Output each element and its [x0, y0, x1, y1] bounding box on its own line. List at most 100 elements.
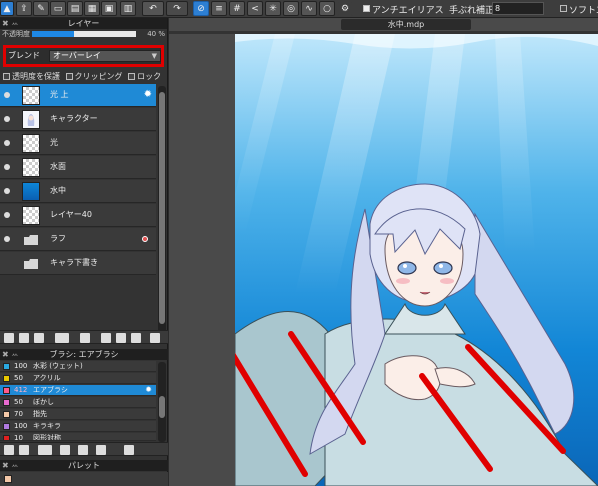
layer-thumbnail	[22, 110, 40, 129]
palette-panel-title: パレット	[68, 461, 100, 470]
artwork-canvas[interactable]	[235, 34, 598, 486]
visibility-icon[interactable]	[4, 164, 10, 170]
curve-snap-icon[interactable]: ∿	[301, 1, 317, 16]
top-toolbar: ▲ ⇪ ✎ ▭ ▤ ▦ ▣ ▥ ↶ ↷ ⊘ ≡ # < ✳ ◎ ∿ ○ ⚙ アン…	[0, 0, 598, 18]
duplicate-layer-icon[interactable]	[34, 333, 44, 343]
panel-pin-icon[interactable]: ✖ ꕀ	[2, 349, 19, 360]
brush-size: 412	[14, 386, 28, 394]
panel-pin-icon[interactable]: ✖ ꕀ	[2, 18, 19, 29]
layer-thumbnail	[22, 86, 40, 105]
brush-color-icon	[3, 363, 10, 370]
protect-alpha-checkbox[interactable]	[3, 73, 10, 80]
visibility-icon[interactable]	[4, 92, 10, 98]
panel-pin-icon[interactable]: ✖ ꕀ	[2, 460, 19, 471]
add-brush-menu-icon[interactable]	[38, 445, 52, 455]
layer-menu-icon[interactable]	[131, 333, 141, 343]
no-selection-icon[interactable]: ⊘	[193, 1, 209, 16]
brush-list-scrollbar[interactable]	[158, 362, 166, 442]
antialias-checkbox[interactable]	[363, 5, 370, 12]
film-button[interactable]: ▣	[101, 1, 117, 16]
visibility-icon[interactable]	[4, 188, 10, 194]
gear-icon[interactable]: ✹	[145, 385, 152, 394]
layer-name: キャラ下書き	[50, 258, 98, 267]
new-raster-layer-icon[interactable]	[19, 333, 29, 343]
brush-item[interactable]: 50 ぼかし	[0, 397, 156, 408]
undo-icon[interactable]: ↶	[142, 1, 164, 16]
soft-edge-checkbox[interactable]	[560, 5, 567, 12]
layer-view-button[interactable]: ▦	[84, 1, 100, 16]
save-button[interactable]: ▤	[67, 1, 83, 16]
visibility-icon[interactable]	[4, 116, 10, 122]
brush-color-icon	[3, 375, 10, 382]
app-menu-button[interactable]: ▲	[0, 1, 14, 16]
left-panel: ✖ ꕀ レイヤー 不透明度 40 % ブレンド オーバーレイ ▼ 透明度を保護 …	[0, 18, 168, 486]
grid-icon[interactable]: #	[229, 1, 245, 16]
gear-icon[interactable]: ✹	[144, 89, 152, 100]
brush-folder-icon[interactable]	[78, 445, 88, 455]
circle-snap-icon[interactable]: ○	[319, 1, 335, 16]
perspective-icon[interactable]: <	[247, 1, 263, 16]
lock-checkbox[interactable]	[128, 73, 136, 80]
soft-edge-label: ソフトエ	[569, 6, 598, 16]
new-layer-icon[interactable]	[4, 333, 14, 343]
layer-row[interactable]: 水中	[0, 180, 156, 203]
transfer-down-icon[interactable]	[116, 333, 126, 343]
opacity-slider[interactable]	[32, 31, 136, 37]
share-button[interactable]: ⇪	[16, 1, 32, 16]
brush-name: 水彩 (ウェット)	[33, 362, 83, 370]
brush-item[interactable]: 50 アクリル	[0, 373, 156, 384]
brush-item[interactable]: 100 キラキラ	[0, 421, 156, 432]
visibility-icon[interactable]	[4, 212, 10, 218]
palette-panel-header: ✖ ꕀ パレット	[0, 460, 168, 471]
layer-row[interactable]: 光	[0, 132, 156, 155]
add-layer-menu-icon[interactable]	[55, 333, 69, 343]
new-brush-icon[interactable]	[19, 445, 29, 455]
brush-item[interactable]: 10 図形対称	[0, 433, 156, 441]
blend-label: ブレンド	[8, 51, 40, 60]
palette-swatch[interactable]	[4, 475, 12, 483]
visibility-icon[interactable]	[4, 140, 10, 146]
trash-icon[interactable]	[124, 445, 134, 455]
layer-row[interactable]: キャラ下書き	[0, 252, 156, 275]
brush-import-icon[interactable]	[96, 445, 106, 455]
layer-name: 光	[50, 138, 58, 147]
stabilizer-select[interactable]: 8	[492, 2, 544, 15]
brush-item[interactable]: 100 水彩 (ウェット)	[0, 361, 156, 372]
layer-row[interactable]: 光 上 ✹	[0, 84, 156, 107]
canvas-area: 水中.mdp	[169, 18, 598, 486]
settings-icon[interactable]: ⚙	[337, 1, 353, 16]
layer-thumbnail	[22, 158, 40, 177]
layer-row[interactable]: ラフ	[0, 228, 156, 251]
underwater-character-artwork	[235, 34, 598, 486]
brush-copy-icon[interactable]	[60, 445, 70, 455]
visibility-icon[interactable]	[4, 236, 10, 242]
layer-options-row: 透明度を保護 クリッピング ロック	[3, 71, 161, 82]
palette-swatches[interactable]	[0, 472, 168, 486]
layer-panel-title: レイヤー	[67, 19, 100, 28]
layer-list-scroll-thumb[interactable]	[159, 92, 165, 324]
panel-toggle-button[interactable]: ▥	[120, 1, 136, 16]
merge-down-icon[interactable]	[101, 333, 111, 343]
hatch-icon[interactable]: ≡	[211, 1, 227, 16]
new-folder-icon[interactable]	[80, 333, 90, 343]
window-button[interactable]: ▭	[50, 1, 66, 16]
brush-item[interactable]: 412 エアブラシ ✹	[0, 385, 156, 396]
concentric-icon[interactable]: ◎	[283, 1, 299, 16]
layer-row[interactable]: 水面	[0, 156, 156, 179]
clipping-checkbox[interactable]	[65, 73, 73, 80]
brush-list-scroll-thumb[interactable]	[159, 396, 165, 418]
brush-export-icon[interactable]	[4, 445, 14, 455]
radial-icon[interactable]: ✳	[265, 1, 281, 16]
layer-row[interactable]: キャラクター	[0, 108, 156, 131]
blend-mode-select[interactable]: オーバーレイ ▼	[49, 50, 161, 62]
comment-button[interactable]: ✎	[33, 1, 49, 16]
canvas-file-tab[interactable]: 水中.mdp	[341, 19, 471, 30]
trash-icon[interactable]	[150, 333, 160, 343]
protect-alpha-label: 透明度を保護	[12, 72, 60, 81]
redo-icon[interactable]: ↷	[166, 1, 188, 16]
brush-panel-header: ✖ ꕀ ブラシ: エアブラシ	[0, 349, 168, 360]
layer-list-scrollbar[interactable]	[158, 86, 166, 334]
brush-item[interactable]: 70 指先	[0, 409, 156, 420]
brush-color-icon	[3, 411, 10, 418]
layer-row[interactable]: レイヤー40	[0, 204, 156, 227]
